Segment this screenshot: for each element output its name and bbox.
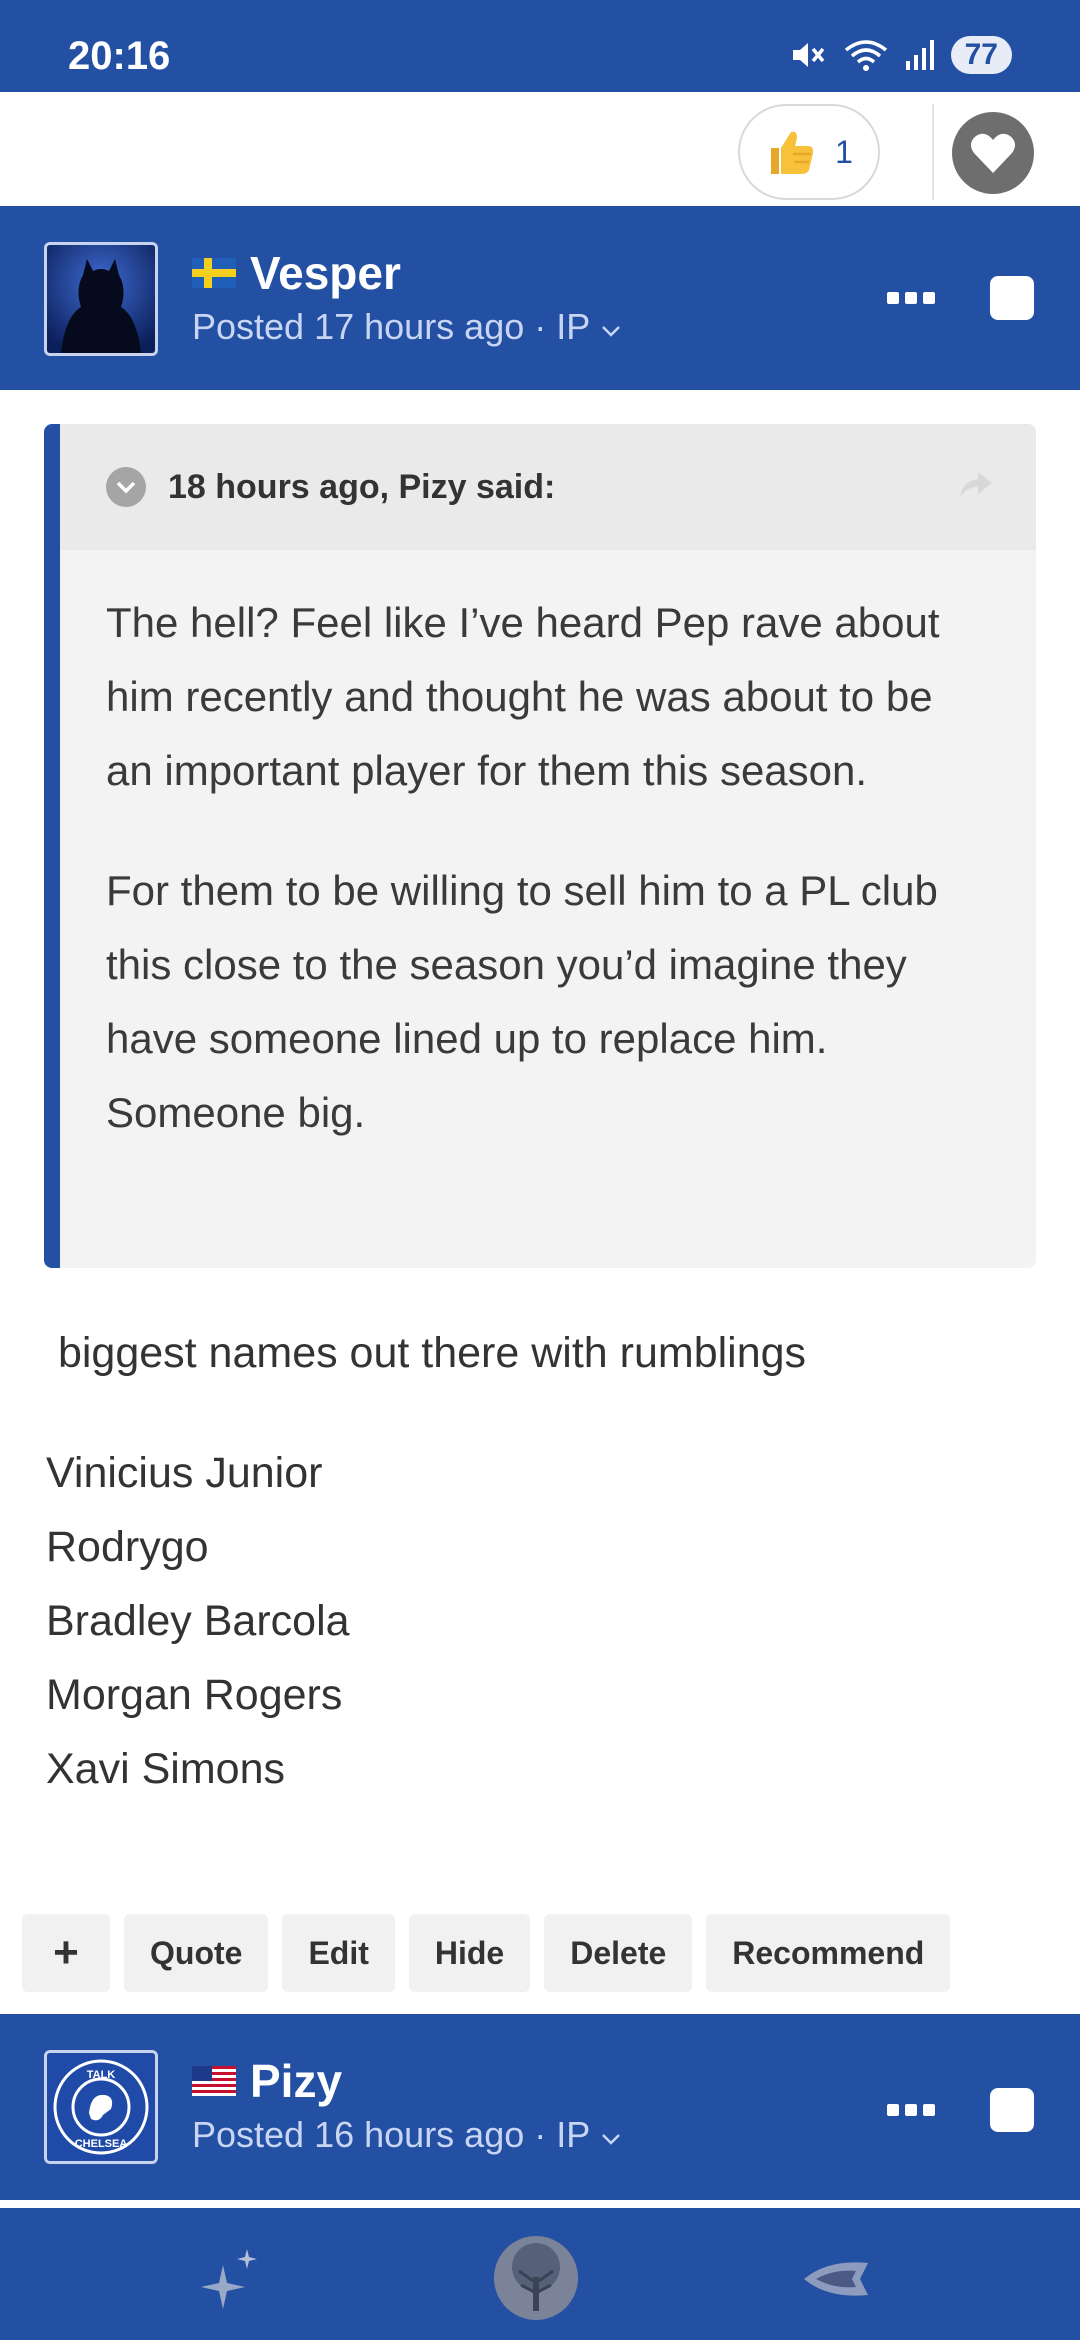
recommend-button[interactable]: Recommend: [706, 1914, 951, 1992]
wifi-icon: [844, 40, 887, 71]
hide-button[interactable]: Hide: [408, 1914, 531, 1992]
avatar[interactable]: TALK CHELSEA: [44, 2050, 158, 2164]
bottom-navigation: [0, 2204, 1080, 2340]
name-list: Vinicius Junior Rodrygo Bradley Barcola …: [46, 1436, 350, 1806]
post-body-text: biggest names out there with rumblings: [46, 1329, 807, 1377]
nav-item-tree[interactable]: [486, 2228, 586, 2328]
post-actions: + Quote Edit Hide Delete Recommend: [22, 1914, 951, 1992]
delete-button[interactable]: Delete: [544, 1914, 693, 1992]
list-item: Vinicius Junior: [46, 1449, 323, 1497]
list-item: Morgan Rogers: [46, 1671, 343, 1719]
avatar-text-bottom: CHELSEA: [75, 2138, 128, 2150]
chevron-down-icon: [601, 326, 620, 337]
sweden-flag-icon: [192, 258, 236, 288]
usa-flag-icon: [192, 2066, 236, 2096]
list-item: Xavi Simons: [46, 1745, 285, 1793]
collapse-icon[interactable]: [106, 467, 146, 507]
reaction-count: 1: [835, 133, 853, 170]
select-checkbox[interactable]: [990, 276, 1034, 320]
tree-icon: [494, 2236, 578, 2320]
nav-item-shuttle[interactable]: [788, 2228, 888, 2328]
signal-icon: [905, 40, 934, 70]
list-item: Bradley Barcola: [46, 1597, 350, 1645]
quote-header[interactable]: 18 hours ago, Pizy said:: [60, 424, 1036, 550]
divider: [932, 104, 934, 200]
status-icons: 77: [789, 36, 1012, 74]
shuttle-icon: [804, 2262, 868, 2296]
quote-block: 18 hours ago, Pizy said: The hell? Feel …: [44, 424, 1036, 1268]
author-name[interactable]: Vesper: [250, 246, 401, 300]
more-options-button[interactable]: [880, 278, 942, 318]
quote-button[interactable]: Quote: [124, 1914, 269, 1992]
reaction-button[interactable]: 1: [738, 104, 880, 200]
more-options-button[interactable]: [880, 2090, 942, 2130]
nav-item-sparkle[interactable]: [180, 2228, 280, 2328]
select-checkbox[interactable]: [990, 2088, 1034, 2132]
chevron-down-icon: [601, 2134, 620, 2145]
post-timestamp[interactable]: Posted 16 hours ago · IP: [192, 2114, 622, 2156]
mute-icon: [792, 43, 824, 67]
status-bar: 20:16 77: [0, 0, 1080, 92]
avatar[interactable]: [44, 242, 158, 356]
avatar-text-top: TALK: [87, 2069, 116, 2081]
quote-citation: 18 hours ago, Pizy said:: [168, 467, 556, 506]
battery-indicator: 77: [950, 36, 1012, 74]
quote-paragraph: The hell? Feel like I’ve heard Pep rave …: [106, 599, 940, 794]
share-icon[interactable]: [956, 468, 996, 502]
post-header: TALK CHELSEA Pizy Posted 16 hours ago · …: [0, 2014, 1080, 2200]
quote-body: The hell? Feel like I’ve heard Pep rave …: [60, 550, 1036, 1150]
post-timestamp[interactable]: Posted 17 hours ago · IP: [192, 306, 622, 348]
previous-post-footer: [0, 92, 1080, 206]
author-name[interactable]: Pizy: [250, 2054, 342, 2108]
like-button[interactable]: [952, 112, 1034, 194]
status-time: 20:16: [68, 34, 171, 78]
quote-paragraph: For them to be willing to sell him to a …: [106, 867, 938, 1136]
sparkle-icon: [201, 2249, 257, 2309]
edit-button[interactable]: Edit: [282, 1914, 395, 1992]
list-item: Rodrygo: [46, 1523, 209, 1571]
thumbs-up-icon: [771, 131, 814, 174]
post-header: Vesper Posted 17 hours ago · IP: [0, 206, 1080, 390]
add-button[interactable]: +: [22, 1914, 110, 1992]
heart-icon: [970, 133, 1016, 173]
